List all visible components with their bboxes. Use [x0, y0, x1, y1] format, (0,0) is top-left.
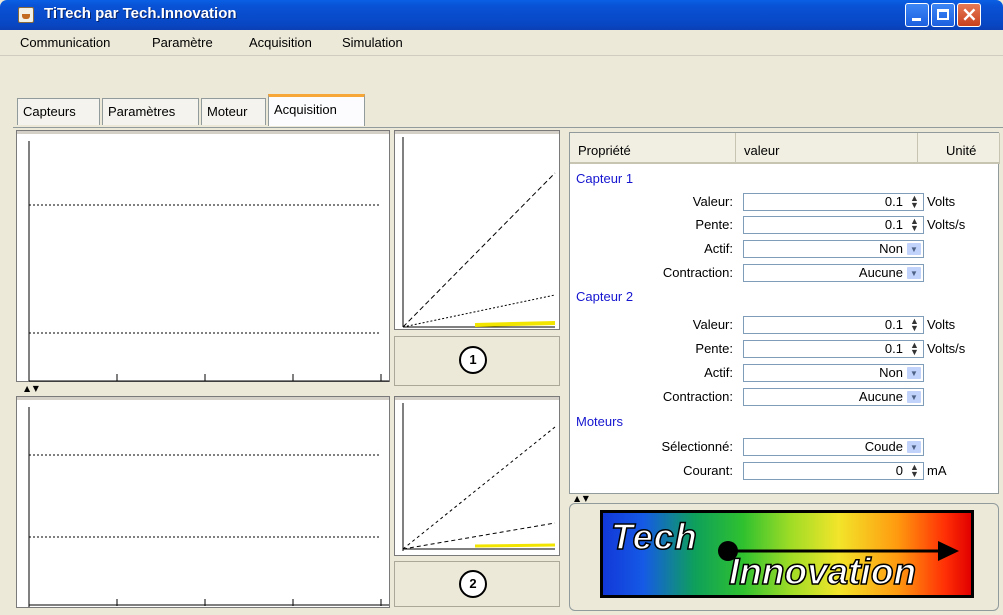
- capteur1-actif-label: Actif:: [704, 241, 733, 256]
- moteur-courant-spinner[interactable]: 0 ▲ ▼: [743, 462, 924, 480]
- close-icon: ×: [961, 2, 978, 26]
- menu-acquisition[interactable]: Acquisition: [249, 35, 312, 50]
- capteur1-contraction-label: Contraction:: [662, 265, 733, 280]
- moteur-selectionne-value: Coude: [864, 439, 903, 454]
- capteur1-contraction-dropdown[interactable]: Aucune ▼: [743, 264, 924, 282]
- capteur1-actif-dropdown[interactable]: Non ▼: [743, 240, 924, 258]
- menu-bar: Communication Paramètre Acquisition Simu…: [0, 30, 1003, 56]
- spinner-arrows-icon[interactable]: ▲ ▼: [907, 317, 922, 333]
- tab-acquisition[interactable]: Acquisition: [268, 94, 365, 126]
- header-property[interactable]: Propriété: [570, 133, 736, 164]
- mini-plot-2-graph: [402, 403, 556, 551]
- logo-text-innovation: Innovation: [728, 550, 917, 593]
- chevron-down-icon[interactable]: ▼: [906, 440, 922, 454]
- moteur-selectionne-dropdown[interactable]: Coude ▼: [743, 438, 924, 456]
- capteur2-pente-spinner[interactable]: 0.1 ▲ ▼: [743, 340, 924, 358]
- capteur2-valeur-value: 0.1: [884, 317, 903, 332]
- tab-parametres-label: Paramètres: [108, 104, 176, 119]
- capteur1-valeur-value: 0.1: [884, 194, 903, 209]
- section-capteur-1: Capteur 1: [576, 171, 634, 186]
- mini-plot-2: [394, 396, 560, 556]
- capteur2-contraction-value: Aucune: [858, 389, 903, 404]
- maximize-icon: [937, 9, 949, 20]
- section-moteurs: Moteurs: [576, 414, 623, 429]
- plot-badge-2: 2: [459, 570, 487, 598]
- chevron-down-icon[interactable]: ▼: [906, 242, 922, 256]
- capteur2-valeur-unit: Volts: [927, 317, 956, 332]
- splitter-arrows-right[interactable]: ▲ ▼: [574, 495, 589, 503]
- minimize-icon: [912, 18, 921, 21]
- tab-capteurs[interactable]: Capteurs: [17, 98, 100, 125]
- tab-acquisition-label: Acquisition: [274, 102, 337, 117]
- mini-plot-1-graph: [402, 137, 556, 328]
- chevron-down-icon[interactable]: ▼: [906, 266, 922, 280]
- moteur-courant-value: 0: [895, 463, 903, 478]
- capteur1-pente-label: Pente:: [695, 217, 733, 232]
- capteur2-contraction-label: Contraction:: [662, 389, 733, 404]
- menu-communication[interactable]: Communication: [20, 35, 110, 50]
- chevron-down-icon[interactable]: ▼: [906, 366, 922, 380]
- moteur-courant-unit: mA: [927, 463, 947, 478]
- mini-plot-1: [394, 130, 560, 330]
- menu-simulation[interactable]: Simulation: [342, 35, 403, 50]
- capteur1-pente-value: 0.1: [884, 217, 903, 232]
- capteur2-actif-dropdown[interactable]: Non ▼: [743, 364, 924, 382]
- tab-moteur-label: Moteur: [207, 104, 248, 119]
- header-value[interactable]: valeur: [736, 133, 918, 164]
- signal-plot-2-graph: [28, 407, 389, 607]
- capteur2-actif-value: Non: [879, 365, 903, 380]
- application-window: TiTech par Tech.Innovation × Communicati…: [0, 0, 1003, 615]
- chevron-down-icon[interactable]: ▼: [906, 390, 922, 404]
- header-unit[interactable]: Unité: [918, 133, 1000, 164]
- signal-plot-2: [16, 396, 390, 608]
- title-bar[interactable]: TiTech par Tech.Innovation ×: [0, 0, 1003, 30]
- capteur2-pente-label: Pente:: [695, 341, 733, 356]
- capteur1-pente-unit: Volts/s: [927, 217, 966, 232]
- maximize-button[interactable]: [931, 3, 955, 27]
- capteur1-pente-spinner[interactable]: 0.1 ▲ ▼: [743, 216, 924, 234]
- window-title: TiTech par Tech.Innovation: [44, 5, 237, 22]
- capteur2-valeur-spinner[interactable]: 0.1 ▲ ▼: [743, 316, 924, 334]
- plot-badge-1: 1: [459, 346, 487, 374]
- spinner-arrows-icon[interactable]: ▲ ▼: [907, 341, 922, 357]
- moteur-selectionne-label: Sélectionné:: [661, 439, 733, 454]
- capteur2-valeur-label: Valeur:: [692, 317, 733, 332]
- capteur1-contraction-value: Aucune: [858, 265, 903, 280]
- signal-plot-1-graph: [28, 141, 389, 382]
- capteur2-pente-unit: Volts/s: [927, 341, 966, 356]
- plot-label-box-1: 1: [394, 336, 560, 386]
- spinner-arrows-icon[interactable]: ▲ ▼: [907, 217, 922, 233]
- moteur-courant-label: Courant:: [683, 463, 733, 478]
- close-button[interactable]: ×: [957, 2, 981, 27]
- spinner-arrows-icon[interactable]: ▲ ▼: [907, 463, 922, 479]
- capteur2-actif-label: Actif:: [704, 365, 733, 380]
- section-capteur-2: Capteur 2: [576, 289, 634, 304]
- minimize-button[interactable]: [905, 3, 929, 27]
- properties-table: Propriété valeur Unité Capteur 1 Valeur:…: [569, 132, 1000, 494]
- tab-moteur[interactable]: Moteur: [201, 98, 266, 125]
- capteur1-valeur-unit: Volts: [927, 194, 956, 209]
- capteur2-pente-value: 0.1: [884, 341, 903, 356]
- signal-plot-1: [16, 130, 390, 382]
- plot-label-box-2: 2: [394, 561, 560, 607]
- capteur2-contraction-dropdown[interactable]: Aucune ▼: [743, 388, 924, 406]
- capteur1-valeur-label: Valeur:: [692, 194, 733, 209]
- java-icon: [18, 7, 34, 23]
- spinner-arrows-icon[interactable]: ▲ ▼: [907, 194, 922, 210]
- tab-capteurs-label: Capteurs: [23, 104, 76, 119]
- capteur1-actif-value: Non: [879, 241, 903, 256]
- capteur1-valeur-spinner[interactable]: 0.1 ▲ ▼: [743, 193, 924, 211]
- splitter-arrows-left-1[interactable]: ▲ ▼: [24, 385, 39, 393]
- tab-parametres[interactable]: Paramètres: [102, 98, 199, 125]
- tech-innovation-logo: Tech Innovation: [600, 510, 974, 598]
- menu-parametre[interactable]: Paramètre: [152, 35, 213, 50]
- logo-text-tech: Tech: [610, 515, 698, 558]
